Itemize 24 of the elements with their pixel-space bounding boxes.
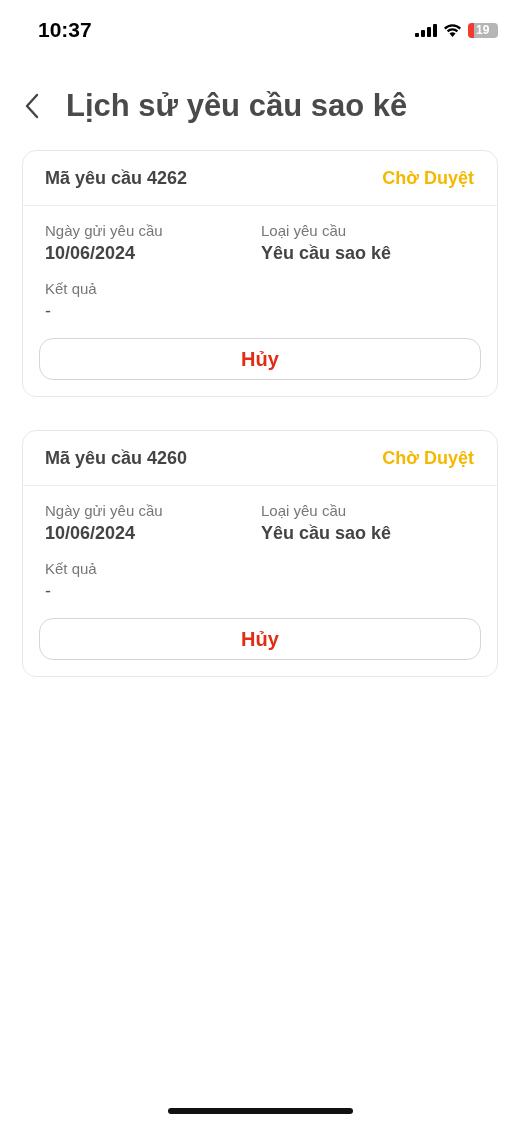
field-value: 10/06/2024 bbox=[45, 523, 137, 544]
field-label: Ngày gửi yêu cầu bbox=[45, 222, 164, 239]
field-label: Kết quả bbox=[45, 560, 98, 577]
page-title: Lịch sử yêu cầu sao kê bbox=[66, 88, 408, 124]
field-label: Kết quả bbox=[45, 280, 98, 297]
field-value: - bbox=[45, 581, 52, 602]
field-value: Yêu cầu sao kê bbox=[261, 243, 393, 264]
cancel-button[interactable]: Hủy bbox=[39, 618, 481, 660]
clock-time: 10:37 bbox=[38, 18, 92, 42]
field-label: Ngày gửi yêu cầu bbox=[45, 502, 164, 519]
field-value: 10/06/2024 bbox=[45, 243, 137, 264]
request-code: Mã yêu cầu 4260 bbox=[45, 447, 188, 469]
battery-indicator: 19 bbox=[468, 22, 498, 38]
request-code: Mã yêu cầu 4262 bbox=[45, 167, 188, 189]
field-value: Yêu cầu sao kê bbox=[261, 523, 393, 544]
field-label: Loại yêu cầu bbox=[261, 502, 348, 519]
field-value: - bbox=[45, 301, 52, 322]
cancel-button[interactable]: Hủy bbox=[39, 338, 481, 380]
signal-icon bbox=[415, 23, 437, 37]
status-label: Chờ Duyệt bbox=[382, 167, 474, 189]
status-label: Chờ Duyệt bbox=[382, 447, 474, 469]
back-button[interactable] bbox=[24, 93, 40, 119]
field-label: Loại yêu cầu bbox=[261, 222, 348, 239]
wifi-icon bbox=[443, 23, 462, 37]
